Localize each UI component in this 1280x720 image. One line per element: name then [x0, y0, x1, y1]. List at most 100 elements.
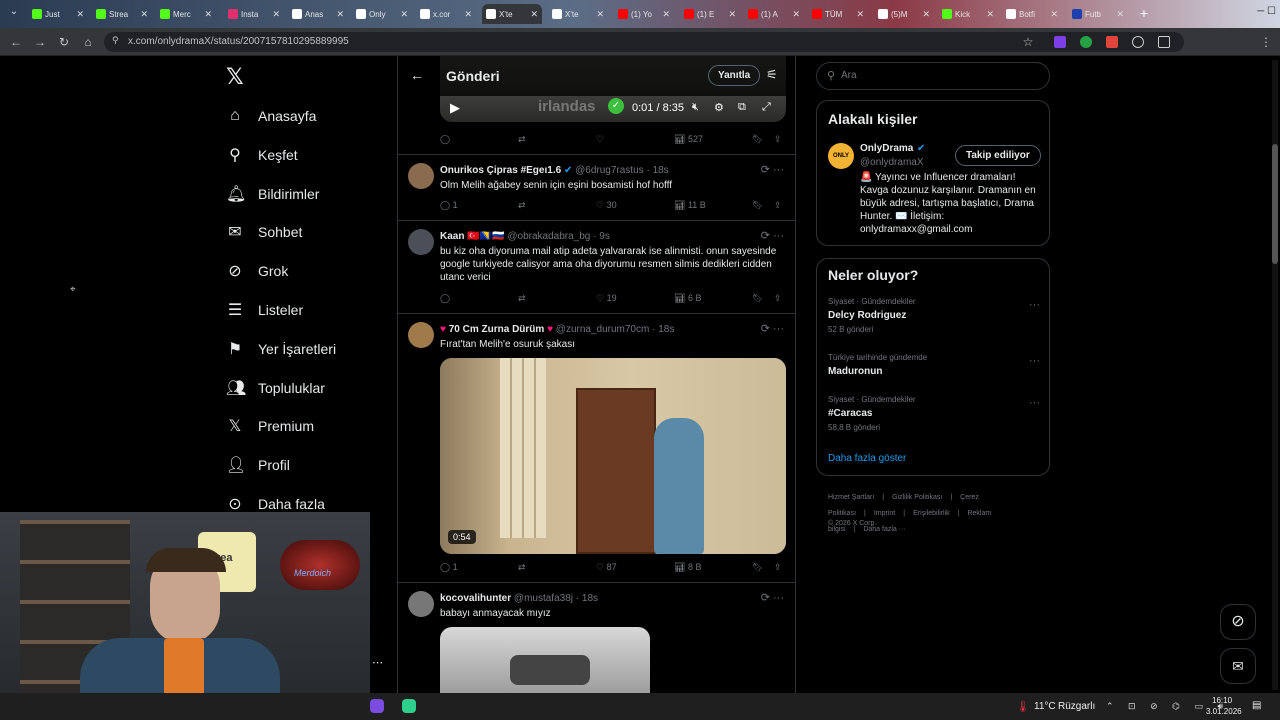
close-tab-icon[interactable]: ✕	[140, 9, 148, 20]
avatar[interactable]: ONLY	[828, 143, 854, 169]
filter-icon[interactable]: ⚟	[766, 67, 778, 83]
timestamp[interactable]: 9s	[599, 231, 610, 242]
close-tab-icon[interactable]: ✕	[464, 9, 472, 20]
retweet-icon[interactable]: ⇄	[518, 134, 526, 145]
handle[interactable]: @obrakadabra_bg	[507, 231, 590, 242]
window-controls[interactable]: ─ ☐	[1232, 6, 1276, 20]
new-tab-button[interactable]: +	[1136, 6, 1152, 22]
like-icon[interactable]: ♡ 30	[596, 200, 617, 211]
share-icon[interactable]: ⇪	[774, 562, 782, 573]
share-icon[interactable]: ⇪	[774, 293, 782, 304]
timestamp[interactable]: 18s	[658, 324, 674, 335]
footer-link[interactable]: Hizmet Şartları	[828, 494, 874, 501]
nav-item[interactable]: ⌂ Anasayfa	[226, 101, 316, 131]
following-button[interactable]: Takip ediliyor	[955, 145, 1041, 166]
reply-icon[interactable]: ◯ 1	[440, 562, 458, 573]
timestamp[interactable]: 18s	[582, 593, 598, 604]
close-tab-icon[interactable]: ✕	[986, 9, 994, 20]
close-tab-icon[interactable]: ✕	[922, 9, 930, 20]
trend-more-icon[interactable]: ···	[1029, 397, 1040, 409]
close-tab-icon[interactable]: ✕	[856, 9, 864, 20]
grok-and-more-icon[interactable]: ⟳ ···	[761, 591, 784, 604]
nav-item[interactable]: ☰ Listeler	[226, 295, 303, 325]
like-icon[interactable]: ♡ 19	[596, 293, 617, 304]
browser-tab[interactable]: Botfi ✕	[1002, 4, 1062, 24]
grok-and-more-icon[interactable]: ⟳ ···	[761, 229, 784, 242]
tab-search-icon[interactable]: ⌄	[6, 6, 22, 22]
browser-tab[interactable]: (1) Yo ✕	[614, 4, 674, 24]
browser-tab[interactable]: (5)M ✕	[874, 4, 934, 24]
mute-icon[interactable]: 🔇︎	[692, 101, 699, 114]
reply-tweet[interactable]: kocovalihunter @mustafa38j · 18s ⟳ ··· b…	[398, 583, 795, 693]
reply-icon[interactable]: ◯ 1	[440, 200, 458, 211]
play-icon[interactable]: ▶	[450, 100, 460, 116]
close-tab-icon[interactable]: ✕	[336, 9, 344, 20]
views-icon[interactable]: 📊︎ 6 B	[674, 293, 701, 304]
reload-icon[interactable]: ↻	[56, 34, 72, 50]
browser-tab[interactable]: Kick ✕	[938, 4, 998, 24]
trend-item[interactable]: Siyaset · Gündemdekiler Delcy Rodriguez 52…	[828, 297, 1040, 337]
home-browser-icon[interactable]: ⌂	[80, 34, 96, 50]
avatar[interactable]	[408, 163, 434, 189]
tweet-author[interactable]: Kaan 🇹🇷🇧🇦🇷🇺 @obrakadabra_bg · 9s	[440, 231, 610, 242]
handle[interactable]: @zurna_durum70cm	[556, 324, 650, 335]
browser-tab[interactable]: (1) A ✕	[744, 4, 804, 24]
bookmark-action-icon[interactable]: 🔖︎	[752, 293, 763, 304]
display-name[interactable]: Kaan	[440, 231, 464, 242]
search-bar[interactable]: ⚲ Ara	[816, 62, 1050, 90]
reply-icon[interactable]: ◯	[440, 293, 450, 304]
retweet-icon[interactable]: ⇄	[518, 200, 526, 211]
nav-item[interactable]: ⚲ Keşfet	[226, 140, 298, 170]
menu-kebab-icon[interactable]: ⋮	[1258, 34, 1274, 50]
related-handle[interactable]: @onlydramaX	[860, 157, 924, 168]
like-icon[interactable]: ♡ 87	[596, 562, 617, 573]
reply-tweet[interactable]: Kaan 🇹🇷🇧🇦🇷🇺 @obrakadabra_bg · 9s ⟳ ··· b…	[398, 221, 795, 314]
handle[interactable]: @mustafa38j	[514, 593, 573, 604]
timestamp[interactable]: 18s	[653, 165, 669, 176]
weather-icon[interactable]: 🌡︎	[1016, 700, 1030, 713]
back-arrow-icon[interactable]: ←	[410, 67, 424, 83]
site-info-icon[interactable]: ⚲	[112, 35, 119, 46]
show-more-link[interactable]: Daha fazla göster	[828, 453, 906, 464]
footer-link[interactable]: Daha fazla ···	[863, 526, 905, 533]
bookmark-action-icon[interactable]: 🔖︎	[752, 562, 763, 573]
related-name[interactable]: OnlyDrama	[860, 143, 913, 154]
trend-item[interactable]: Türkiye tarihinde gündemde Maduronun ···	[828, 353, 1040, 393]
avatar[interactable]	[408, 322, 434, 348]
views-icon[interactable]: 📊︎ 527	[674, 134, 703, 145]
tweet-author[interactable]: ♥ 70 Cm Zurna Dürüm ♥ @zurna_durum70cm ·…	[440, 324, 674, 335]
views-icon[interactable]: 📊︎ 11 B	[674, 200, 706, 211]
close-tab-icon[interactable]: ✕	[1050, 9, 1058, 20]
grok-and-more-icon[interactable]: ⟳ ···	[761, 163, 784, 176]
browser-tab[interactable]: X'te ✕	[548, 4, 608, 24]
bookmark-action-icon[interactable]: 🔖︎	[752, 200, 763, 211]
display-name[interactable]: kocovalihunter	[440, 593, 511, 604]
avatar[interactable]	[408, 229, 434, 255]
nav-item[interactable]: 👤︎ Profil	[226, 450, 290, 480]
bookmark-action-icon[interactable]: 🔖︎	[752, 134, 763, 145]
fullscreen-icon[interactable]: ⤢	[762, 101, 771, 114]
close-tab-icon[interactable]: ✕	[792, 9, 800, 20]
bookmark-star-icon[interactable]: ☆	[1020, 34, 1036, 50]
close-tab-icon[interactable]: ✕	[1116, 9, 1124, 20]
close-tab-icon[interactable]: ✕	[530, 9, 538, 20]
trend-more-icon[interactable]: ···	[1029, 355, 1040, 367]
extension-icons[interactable]	[1054, 36, 1234, 48]
display-name[interactable]: Onurikos Çipras #Egeı1.6	[440, 165, 561, 176]
reply-tweet[interactable]: ♥ 70 Cm Zurna Dürüm ♥ @zurna_durum70cm ·…	[398, 314, 795, 583]
trend-item[interactable]: Siyaset · Gündemdekiler #Caracas 58,8 B gö…	[828, 395, 1040, 435]
avatar[interactable]	[408, 591, 434, 617]
browser-tab[interactable]: Anas ✕	[288, 4, 348, 24]
retweet-icon[interactable]: ⇄	[518, 293, 526, 304]
browser-tab[interactable]: Futb ✕	[1068, 4, 1128, 24]
x-logo-icon[interactable]: 𝕏	[226, 66, 248, 88]
reply-tweet[interactable]: Onurikos Çipras #Egeı1.6 ✔ @6drug7rastus…	[398, 155, 795, 221]
views-icon[interactable]: 📊︎ 8 B	[674, 562, 701, 573]
footer-link[interactable]: Imprint	[874, 510, 895, 517]
discord-icon[interactable]	[370, 699, 384, 713]
retweet-icon[interactable]: ⇄	[518, 562, 526, 573]
pip-icon[interactable]: ⧉	[738, 101, 746, 114]
nav-item[interactable]: ⊘ Grok	[226, 256, 288, 286]
close-tab-icon[interactable]: ✕	[728, 9, 736, 20]
footer-link[interactable]: Erişilebilirlik	[913, 510, 950, 517]
